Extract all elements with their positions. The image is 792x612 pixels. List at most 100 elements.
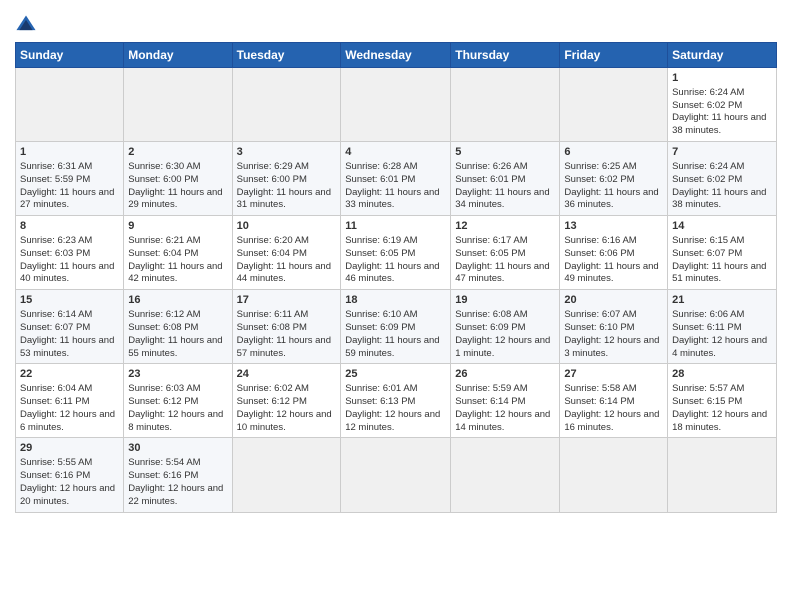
daylight-text: Daylight: 12 hours and 22 minutes. bbox=[128, 483, 223, 507]
calendar-cell: 21Sunrise: 6:06 AMSunset: 6:11 PMDayligh… bbox=[668, 290, 777, 364]
sunset-text: Sunset: 6:02 PM bbox=[672, 174, 742, 185]
day-number: 6 bbox=[564, 145, 663, 160]
daylight-text: Daylight: 12 hours and 14 minutes. bbox=[455, 409, 550, 433]
daylight-text: Daylight: 11 hours and 46 minutes. bbox=[345, 261, 439, 285]
sunrise-text: Sunrise: 6:02 AM bbox=[237, 383, 309, 394]
calendar-cell bbox=[341, 438, 451, 512]
calendar-cell: 12Sunrise: 6:17 AMSunset: 6:05 PMDayligh… bbox=[451, 216, 560, 290]
daylight-text: Daylight: 11 hours and 29 minutes. bbox=[128, 187, 222, 211]
sunset-text: Sunset: 6:01 PM bbox=[345, 174, 415, 185]
sunrise-text: Sunrise: 6:07 AM bbox=[564, 309, 636, 320]
daylight-text: Daylight: 11 hours and 57 minutes. bbox=[237, 335, 331, 359]
sunrise-text: Sunrise: 5:54 AM bbox=[128, 457, 200, 468]
sunrise-text: Sunrise: 5:59 AM bbox=[455, 383, 527, 394]
sunrise-text: Sunrise: 5:55 AM bbox=[20, 457, 92, 468]
day-number: 28 bbox=[672, 367, 772, 382]
sunset-text: Sunset: 6:01 PM bbox=[455, 174, 525, 185]
daylight-text: Daylight: 11 hours and 47 minutes. bbox=[455, 261, 549, 285]
calendar-cell: 5Sunrise: 6:26 AMSunset: 6:01 PMDaylight… bbox=[451, 142, 560, 216]
daylight-text: Daylight: 12 hours and 3 minutes. bbox=[564, 335, 659, 359]
calendar-cell: 20Sunrise: 6:07 AMSunset: 6:10 PMDayligh… bbox=[560, 290, 668, 364]
calendar-cell bbox=[560, 68, 668, 142]
daylight-text: Daylight: 11 hours and 55 minutes. bbox=[128, 335, 222, 359]
sunrise-text: Sunrise: 6:20 AM bbox=[237, 235, 309, 246]
daylight-text: Daylight: 12 hours and 4 minutes. bbox=[672, 335, 767, 359]
daylight-text: Daylight: 11 hours and 33 minutes. bbox=[345, 187, 439, 211]
sunrise-text: Sunrise: 6:03 AM bbox=[128, 383, 200, 394]
calendar-header-tuesday: Tuesday bbox=[232, 43, 341, 68]
daylight-text: Daylight: 12 hours and 8 minutes. bbox=[128, 409, 223, 433]
sunrise-text: Sunrise: 6:17 AM bbox=[455, 235, 527, 246]
daylight-text: Daylight: 11 hours and 34 minutes. bbox=[455, 187, 549, 211]
sunrise-text: Sunrise: 6:24 AM bbox=[672, 87, 744, 98]
calendar-cell: 27Sunrise: 5:58 AMSunset: 6:14 PMDayligh… bbox=[560, 364, 668, 438]
sunset-text: Sunset: 6:11 PM bbox=[672, 322, 742, 333]
day-number: 29 bbox=[20, 441, 119, 456]
calendar-cell: 1Sunrise: 6:31 AMSunset: 5:59 PMDaylight… bbox=[16, 142, 124, 216]
sunset-text: Sunset: 6:08 PM bbox=[128, 322, 198, 333]
sunrise-text: Sunrise: 6:31 AM bbox=[20, 161, 92, 172]
calendar-cell: 25Sunrise: 6:01 AMSunset: 6:13 PMDayligh… bbox=[341, 364, 451, 438]
calendar-week-row: 29Sunrise: 5:55 AM Sunset: 6:16 PM Dayligh… bbox=[16, 438, 777, 512]
day-number: 27 bbox=[564, 367, 663, 382]
calendar-cell: 11Sunrise: 6:19 AMSunset: 6:05 PMDayligh… bbox=[341, 216, 451, 290]
calendar-cell: 14Sunrise: 6:15 AMSunset: 6:07 PMDayligh… bbox=[668, 216, 777, 290]
calendar-cell: 7Sunrise: 6:24 AMSunset: 6:02 PMDaylight… bbox=[668, 142, 777, 216]
day-number: 30 bbox=[128, 441, 227, 456]
day-number: 11 bbox=[345, 219, 446, 234]
sunrise-text: Sunrise: 6:30 AM bbox=[128, 161, 200, 172]
sunset-text: Sunset: 6:00 PM bbox=[128, 174, 198, 185]
day-number: 26 bbox=[455, 367, 555, 382]
sunset-text: Sunset: 6:10 PM bbox=[564, 322, 634, 333]
day-number: 1 bbox=[20, 145, 119, 160]
calendar-header-wednesday: Wednesday bbox=[341, 43, 451, 68]
daylight-text: Daylight: 11 hours and 51 minutes. bbox=[672, 261, 766, 285]
calendar-cell bbox=[232, 438, 341, 512]
sunrise-text: Sunrise: 6:15 AM bbox=[672, 235, 744, 246]
calendar-cell bbox=[560, 438, 668, 512]
sunrise-text: Sunrise: 5:57 AM bbox=[672, 383, 744, 394]
sunrise-text: Sunrise: 6:19 AM bbox=[345, 235, 417, 246]
day-number: 23 bbox=[128, 367, 227, 382]
sunrise-text: Sunrise: 6:28 AM bbox=[345, 161, 417, 172]
day-number: 21 bbox=[672, 293, 772, 308]
sunset-text: Sunset: 6:02 PM bbox=[672, 100, 742, 111]
calendar-cell: 22Sunrise: 6:04 AMSunset: 6:11 PMDayligh… bbox=[16, 364, 124, 438]
sunrise-text: Sunrise: 5:58 AM bbox=[564, 383, 636, 394]
calendar-week-row: 1Sunrise: 6:31 AMSunset: 5:59 PMDaylight… bbox=[16, 142, 777, 216]
sunrise-text: Sunrise: 6:29 AM bbox=[237, 161, 309, 172]
calendar-cell: 1Sunrise: 6:24 AMSunset: 6:02 PMDaylight… bbox=[668, 68, 777, 142]
sunrise-text: Sunrise: 6:24 AM bbox=[672, 161, 744, 172]
daylight-text: Daylight: 12 hours and 6 minutes. bbox=[20, 409, 115, 433]
day-number: 15 bbox=[20, 293, 119, 308]
sunset-text: Sunset: 6:03 PM bbox=[20, 248, 90, 259]
daylight-text: Daylight: 12 hours and 12 minutes. bbox=[345, 409, 440, 433]
calendar-cell: 29Sunrise: 5:55 AMSunset: 6:16 PMDayligh… bbox=[16, 438, 124, 512]
daylight-text: Daylight: 11 hours and 44 minutes. bbox=[237, 261, 331, 285]
daylight-text: Daylight: 11 hours and 53 minutes. bbox=[20, 335, 114, 359]
logo bbox=[15, 14, 39, 36]
daylight-text: Daylight: 11 hours and 49 minutes. bbox=[564, 261, 658, 285]
calendar-cell: 9Sunrise: 6:21 AMSunset: 6:04 PMDaylight… bbox=[124, 216, 232, 290]
calendar-week-row: 15Sunrise: 6:14 AMSunset: 6:07 PMDayligh… bbox=[16, 290, 777, 364]
sunset-text: Sunset: 6:15 PM bbox=[672, 396, 742, 407]
daylight-text: Daylight: 12 hours and 18 minutes. bbox=[672, 409, 767, 433]
sunset-text: Sunset: 6:14 PM bbox=[455, 396, 525, 407]
calendar-cell: 23Sunrise: 6:03 AMSunset: 6:12 PMDayligh… bbox=[124, 364, 232, 438]
sunset-text: Sunset: 6:16 PM bbox=[20, 470, 90, 481]
day-number: 5 bbox=[455, 145, 555, 160]
calendar-header-saturday: Saturday bbox=[668, 43, 777, 68]
calendar-cell: 24Sunrise: 6:02 AMSunset: 6:12 PMDayligh… bbox=[232, 364, 341, 438]
calendar-cell: 19Sunrise: 6:08 AMSunset: 6:09 PMDayligh… bbox=[451, 290, 560, 364]
page: SundayMondayTuesdayWednesdayThursdayFrid… bbox=[0, 0, 792, 612]
day-number: 17 bbox=[237, 293, 337, 308]
sunrise-text: Sunrise: 6:23 AM bbox=[20, 235, 92, 246]
daylight-text: Daylight: 11 hours and 40 minutes. bbox=[20, 261, 114, 285]
sunset-text: Sunset: 6:06 PM bbox=[564, 248, 634, 259]
calendar-week-row: 8Sunrise: 6:23 AMSunset: 6:03 PMDaylight… bbox=[16, 216, 777, 290]
sunrise-text: Sunrise: 6:11 AM bbox=[237, 309, 309, 320]
daylight-text: Daylight: 11 hours and 27 minutes. bbox=[20, 187, 114, 211]
day-number: 16 bbox=[128, 293, 227, 308]
calendar-cell bbox=[451, 68, 560, 142]
calendar-cell bbox=[232, 68, 341, 142]
